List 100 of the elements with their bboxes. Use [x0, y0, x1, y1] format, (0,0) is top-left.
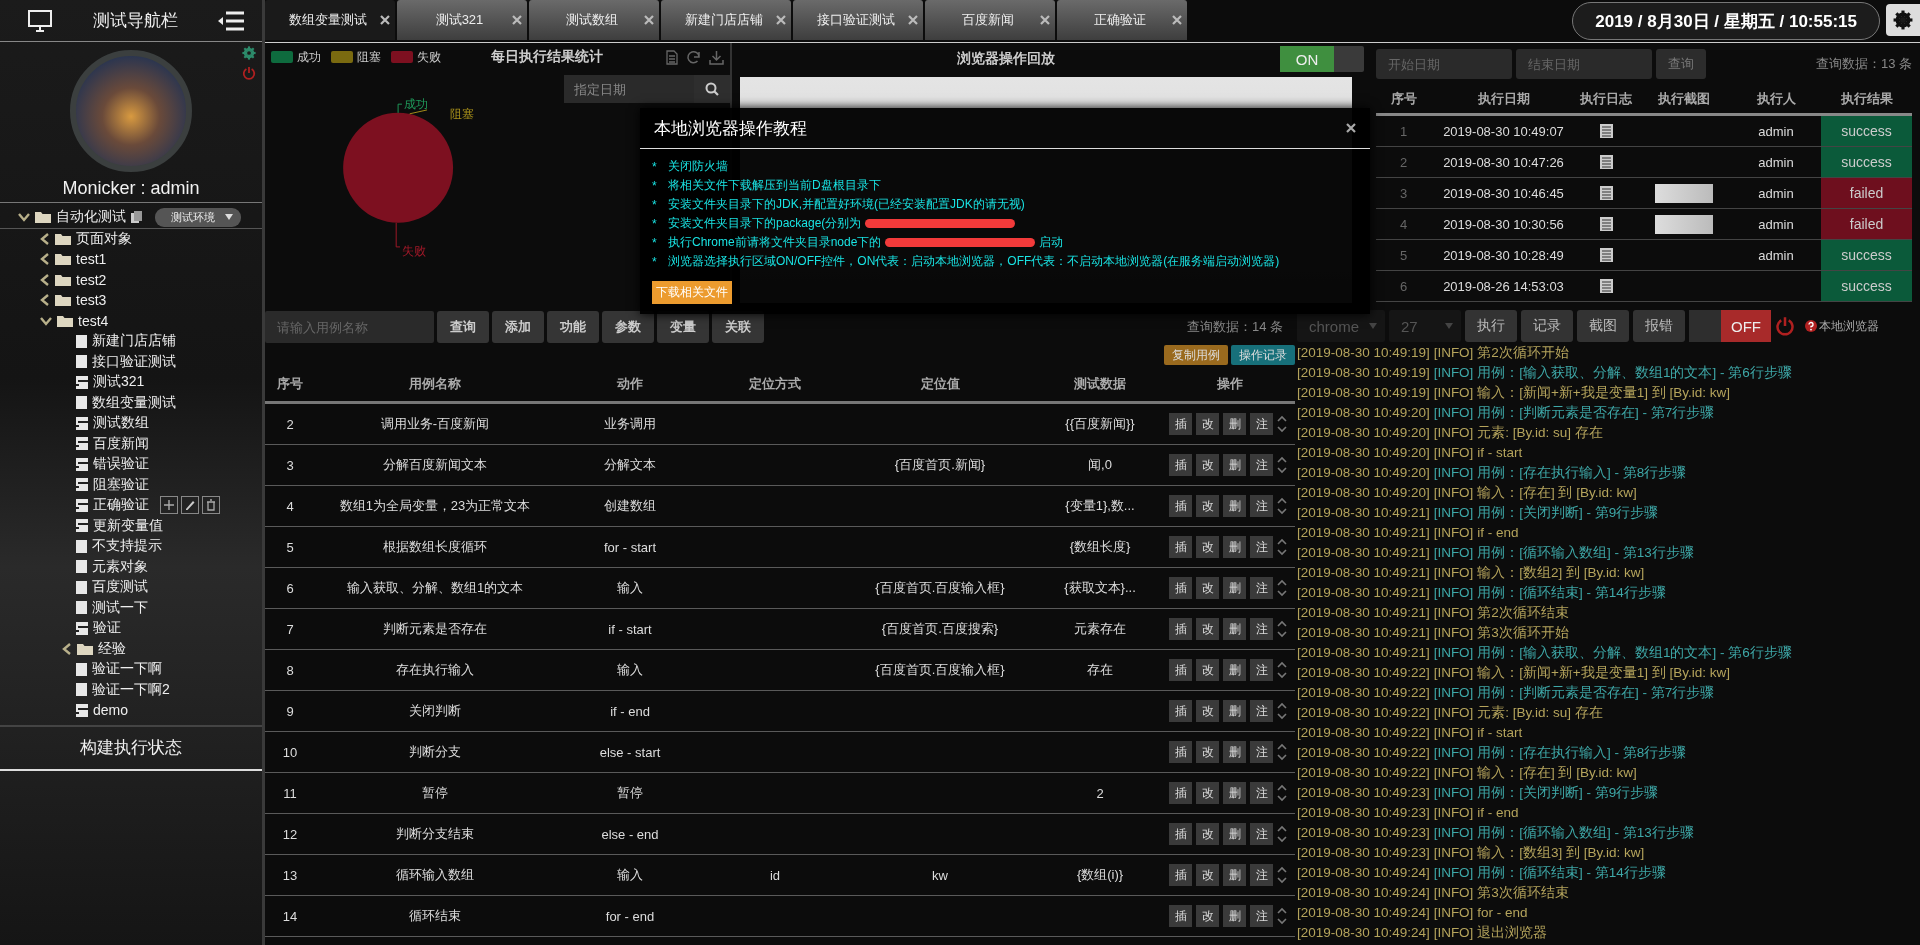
row-action-button[interactable]: 删: [1223, 536, 1246, 558]
row-action-button[interactable]: 插: [1169, 618, 1192, 640]
row-action-button[interactable]: 注: [1250, 741, 1273, 763]
row-action-button[interactable]: 注: [1250, 700, 1273, 722]
log-icon[interactable]: [1599, 279, 1613, 293]
row-action-button[interactable]: 改: [1196, 495, 1219, 517]
tab[interactable]: 接口验证测试: [793, 0, 923, 40]
chevron-down-icon[interactable]: [40, 315, 52, 326]
tab[interactable]: 测试321: [397, 0, 527, 40]
environment-select[interactable]: 测试环境: [155, 207, 241, 227]
settings-button[interactable]: [1886, 4, 1920, 36]
date-field[interactable]: 指定日期: [564, 75, 694, 103]
tree-item[interactable]: test3: [0, 290, 262, 311]
row-action-button[interactable]: 删: [1223, 823, 1246, 845]
row-action-button[interactable]: 删: [1223, 454, 1246, 476]
start-date-field[interactable]: 开始日期: [1376, 49, 1512, 79]
sort-arrows-icon[interactable]: [1277, 783, 1287, 803]
sort-arrows-icon[interactable]: [1277, 455, 1287, 475]
row-action-button[interactable]: 删: [1223, 864, 1246, 886]
row-action-button[interactable]: 改: [1196, 454, 1219, 476]
row-action-button[interactable]: 插: [1169, 577, 1192, 599]
tree-item[interactable]: 测试一下: [0, 597, 262, 618]
tree-item[interactable]: 验证一下啊: [0, 659, 262, 680]
row-action-button[interactable]: 插: [1169, 741, 1192, 763]
row-action-button[interactable]: 改: [1196, 864, 1219, 886]
toolbar-button[interactable]: 参数: [602, 311, 654, 343]
chevron-left-icon[interactable]: [40, 253, 50, 266]
tab[interactable]: 数组变量测试: [265, 0, 395, 40]
pencil-icon[interactable]: [181, 496, 199, 515]
row-action-button[interactable]: 插: [1169, 659, 1192, 681]
sort-arrows-icon[interactable]: [1277, 742, 1287, 762]
document-icon[interactable]: [666, 49, 678, 65]
sort-arrows-icon[interactable]: [1277, 906, 1287, 926]
row-action-button[interactable]: 注: [1250, 659, 1273, 681]
sort-arrows-icon[interactable]: [1277, 537, 1287, 557]
toolbar-button[interactable]: 查询: [437, 311, 489, 343]
chevron-left-icon[interactable]: [40, 232, 50, 245]
log-icon[interactable]: [1599, 248, 1613, 262]
search-button[interactable]: [694, 75, 730, 103]
row-action-button[interactable]: 插: [1169, 700, 1192, 722]
tree-item[interactable]: test2: [0, 269, 262, 290]
close-icon[interactable]: [512, 15, 522, 25]
toggle-switch[interactable]: OFF: [1689, 310, 1771, 342]
row-action-button[interactable]: 插: [1169, 864, 1192, 886]
row-action-button[interactable]: 注: [1250, 823, 1273, 845]
row-action-button[interactable]: 删: [1223, 618, 1246, 640]
gear-icon[interactable]: [1893, 10, 1913, 30]
toolbar-button[interactable]: 截图: [1577, 310, 1629, 342]
download-icon[interactable]: [709, 49, 724, 65]
row-action-button[interactable]: 删: [1223, 495, 1246, 517]
sort-arrows-icon[interactable]: [1277, 660, 1287, 680]
toolbar-button[interactable]: 添加: [492, 311, 544, 343]
toolbar-button[interactable]: 功能: [547, 311, 599, 343]
screenshot-thumbnail[interactable]: [1654, 183, 1713, 203]
close-icon[interactable]: [644, 15, 654, 25]
sort-arrows-icon[interactable]: [1277, 824, 1287, 844]
tree-item[interactable]: 更新变量值: [0, 515, 262, 536]
row-action-button[interactable]: 插: [1169, 905, 1192, 927]
tree-item[interactable]: 百度测试: [0, 577, 262, 598]
tree-item[interactable]: demo: [0, 700, 262, 721]
row-action-button[interactable]: 改: [1196, 782, 1219, 804]
sort-arrows-icon[interactable]: [1277, 619, 1287, 639]
trash-icon[interactable]: [202, 496, 220, 515]
tree-item[interactable]: 页面对象: [0, 228, 262, 249]
row-action-button[interactable]: 插: [1169, 782, 1192, 804]
tree-item[interactable]: 正确验证: [0, 495, 262, 516]
row-action-button[interactable]: 注: [1250, 864, 1273, 886]
row-action-button[interactable]: 删: [1223, 905, 1246, 927]
tree-item[interactable]: test1: [0, 249, 262, 270]
row-action-button[interactable]: 注: [1250, 905, 1273, 927]
row-action-button[interactable]: 删: [1223, 413, 1246, 435]
help-icon[interactable]: [1805, 320, 1817, 332]
row-action-button[interactable]: 注: [1250, 413, 1273, 435]
sort-arrows-icon[interactable]: [1277, 496, 1287, 516]
tree-item[interactable]: 验证一下啊2: [0, 679, 262, 700]
tree-item[interactable]: 测试321: [0, 372, 262, 393]
chevron-left-icon[interactable]: [40, 273, 50, 286]
row-action-button[interactable]: 改: [1196, 577, 1219, 599]
row-action-button[interactable]: 改: [1196, 905, 1219, 927]
row-action-button[interactable]: 删: [1223, 700, 1246, 722]
toggle-switch[interactable]: ON: [1280, 46, 1364, 72]
tab[interactable]: 正确验证: [1057, 0, 1187, 40]
plus-icon[interactable]: [160, 496, 178, 515]
sort-arrows-icon[interactable]: [1277, 701, 1287, 721]
menu-icon[interactable]: [218, 10, 244, 31]
toolbar-button[interactable]: 复制用例: [1164, 345, 1228, 365]
chevron-down-icon[interactable]: [18, 212, 30, 223]
row-action-button[interactable]: 改: [1196, 618, 1219, 640]
row-action-button[interactable]: 改: [1196, 741, 1219, 763]
tree-item[interactable]: 验证: [0, 618, 262, 639]
tree-item[interactable]: 测试数组: [0, 413, 262, 434]
row-action-button[interactable]: 删: [1223, 577, 1246, 599]
row-action-button[interactable]: 删: [1223, 741, 1246, 763]
row-action-button[interactable]: 插: [1169, 536, 1192, 558]
row-action-button[interactable]: 删: [1223, 782, 1246, 804]
tree-item[interactable]: 不支持提示: [0, 536, 262, 557]
row-action-button[interactable]: 注: [1250, 618, 1273, 640]
help-label[interactable]: 本地浏览器: [1819, 317, 1879, 335]
row-action-button[interactable]: 插: [1169, 823, 1192, 845]
toolbar-button[interactable]: 记录: [1521, 310, 1573, 342]
